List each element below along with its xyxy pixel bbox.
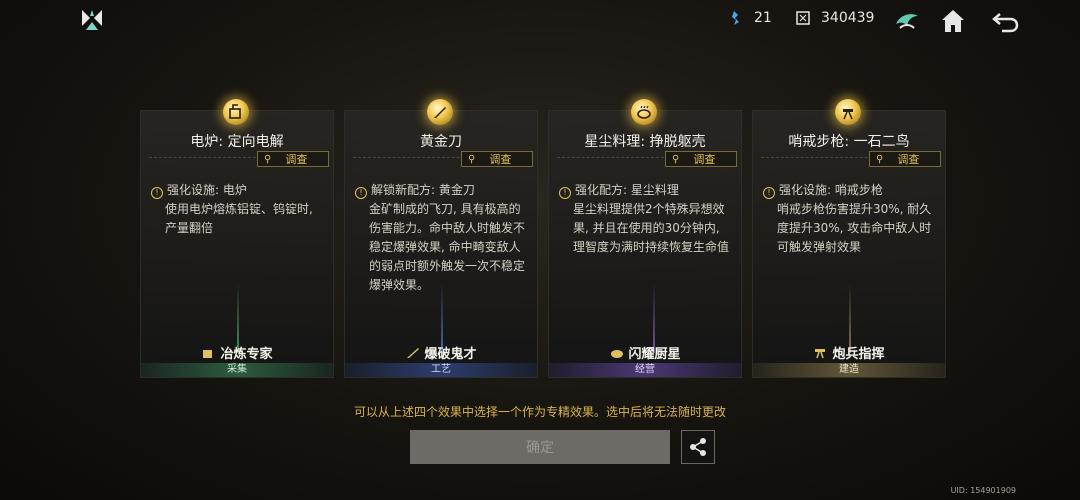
top-bar: 21 340439 (0, 0, 1080, 44)
talent-name: 爆破鬼才 (345, 343, 537, 362)
knife-small-icon (407, 348, 420, 358)
desc-head: 强化设施: 电炉 (167, 183, 247, 197)
emblem-icon[interactable] (892, 6, 922, 36)
info-icon: ! (151, 187, 163, 199)
crystal-count: 21 (754, 10, 772, 26)
specialization-card-operation[interactable]: 星尘料理: 挣脱躯壳 ⚲ 调查 ! 强化配方: 星尘料理 星尘料理提供2个特殊异想… (548, 99, 742, 378)
desc-head: 解锁新配方: 黄金刀 (371, 183, 475, 197)
share-button[interactable] (681, 430, 715, 464)
card-title: 电炉: 定向电解 (190, 134, 284, 150)
card-description: ! 强化配方: 星尘料理 星尘料理提供2个特殊异想效果, 并且在使用的30分钟内,… (559, 181, 733, 257)
desc-head: 强化配方: 星尘料理 (575, 183, 679, 197)
survey-label: 调查 (897, 153, 920, 166)
search-icon: ⚲ (264, 153, 272, 165)
category-label: 建造 (753, 363, 945, 377)
talent-name: 炮兵指挥 (753, 343, 945, 362)
desc-body: 金矿制成的飞刀, 具有极高的伤害能力。命中敌人时触发不稳定爆弹效果, 命中畸变敌… (369, 202, 526, 292)
talent-name: 冶炼专家 (141, 343, 333, 362)
category-label: 工艺 (345, 363, 537, 377)
specialization-card-smelting[interactable]: 电炉: 定向电解 ⚲ 调查 ! 强化设施: 电炉 使用电炉熔炼铝锭、钨锭时, 产量… (140, 99, 334, 378)
info-icon: ! (355, 187, 367, 199)
survey-label: 调查 (285, 153, 308, 166)
survey-label: 调查 (489, 153, 512, 166)
card-medal (223, 99, 249, 125)
card-description: ! 强化设施: 哨戒步枪 哨戒步枪伤害提升30%, 耐久度提升30%, 攻击命中敌… (763, 181, 937, 257)
back-arrow-icon[interactable] (990, 6, 1020, 36)
game-logo-icon (82, 10, 102, 30)
desc-body: 哨戒步枪伤害提升30%, 耐久度提升30%, 攻击命中敌人时可触发弹射效果 (777, 202, 932, 254)
survey-label: 调查 (693, 153, 716, 166)
chip-currency-icon (796, 11, 810, 25)
sentry-small-icon (815, 349, 826, 359)
confirm-button[interactable]: 确定 (410, 430, 670, 464)
cooking-pot-icon (637, 105, 651, 119)
desc-body: 星尘料理提供2个特殊异想效果, 并且在使用的30分钟内, 理智度为满时持续恢复生… (573, 202, 730, 254)
currency-counter: 340439 (795, 10, 874, 26)
survey-button[interactable]: ⚲ 调查 (869, 151, 941, 167)
card-title: 黄金刀 (420, 134, 462, 150)
furnace-icon (229, 104, 241, 119)
info-icon: ! (763, 187, 775, 199)
sentry-gun-icon (843, 109, 853, 120)
survey-button[interactable]: ⚲ 调查 (461, 151, 533, 167)
pot-small-icon (611, 350, 624, 358)
share-icon (690, 438, 706, 456)
category-label: 采集 (141, 363, 333, 377)
home-icon[interactable] (938, 6, 968, 36)
furnace-small-icon (203, 350, 213, 358)
search-icon: ⚲ (468, 153, 476, 165)
user-id: UID: 154901909 (950, 486, 1016, 495)
search-icon: ⚲ (876, 153, 884, 165)
card-description: ! 解锁新配方: 黄金刀 金矿制成的飞刀, 具有极高的伤害能力。命中敌人时触发不稳… (355, 181, 529, 295)
specialization-card-craft[interactable]: 黄金刀 ⚲ 调查 ! 解锁新配方: 黄金刀 金矿制成的飞刀, 具有极高的伤害能力。… (344, 99, 538, 378)
card-title: 星尘料理: 挣脱躯壳 (584, 134, 706, 150)
crystal-counter: 21 (728, 10, 772, 26)
currency-count: 340439 (821, 10, 875, 26)
specialization-card-build[interactable]: 哨戒步枪: 一石二鸟 ⚲ 调查 ! 强化设施: 哨戒步枪 哨戒步枪伤害提升30%,… (752, 99, 946, 378)
card-medal (427, 99, 453, 125)
knife-icon (434, 107, 446, 118)
card-medal (631, 99, 657, 125)
survey-button[interactable]: ⚲ 调查 (665, 151, 737, 167)
talent-name: 闪耀厨星 (549, 343, 741, 362)
search-icon: ⚲ (672, 153, 680, 165)
selection-hint: 可以从上述四个效果中选择一个作为专精效果。选中后将无法随时更改 (353, 405, 726, 419)
category-label: 经营 (549, 363, 741, 377)
desc-head: 强化设施: 哨戒步枪 (779, 183, 883, 197)
survey-button[interactable]: ⚲ 调查 (257, 151, 329, 167)
card-description: ! 强化设施: 电炉 使用电炉熔炼铝锭、钨锭时, 产量翻倍 (151, 181, 325, 238)
card-medal (835, 99, 861, 125)
blue-crystal-icon (732, 11, 739, 25)
info-icon: ! (559, 187, 571, 199)
desc-body: 使用电炉熔炼铝锭、钨锭时, 产量翻倍 (165, 202, 313, 235)
card-title: 哨戒步枪: 一石二鸟 (788, 134, 910, 150)
